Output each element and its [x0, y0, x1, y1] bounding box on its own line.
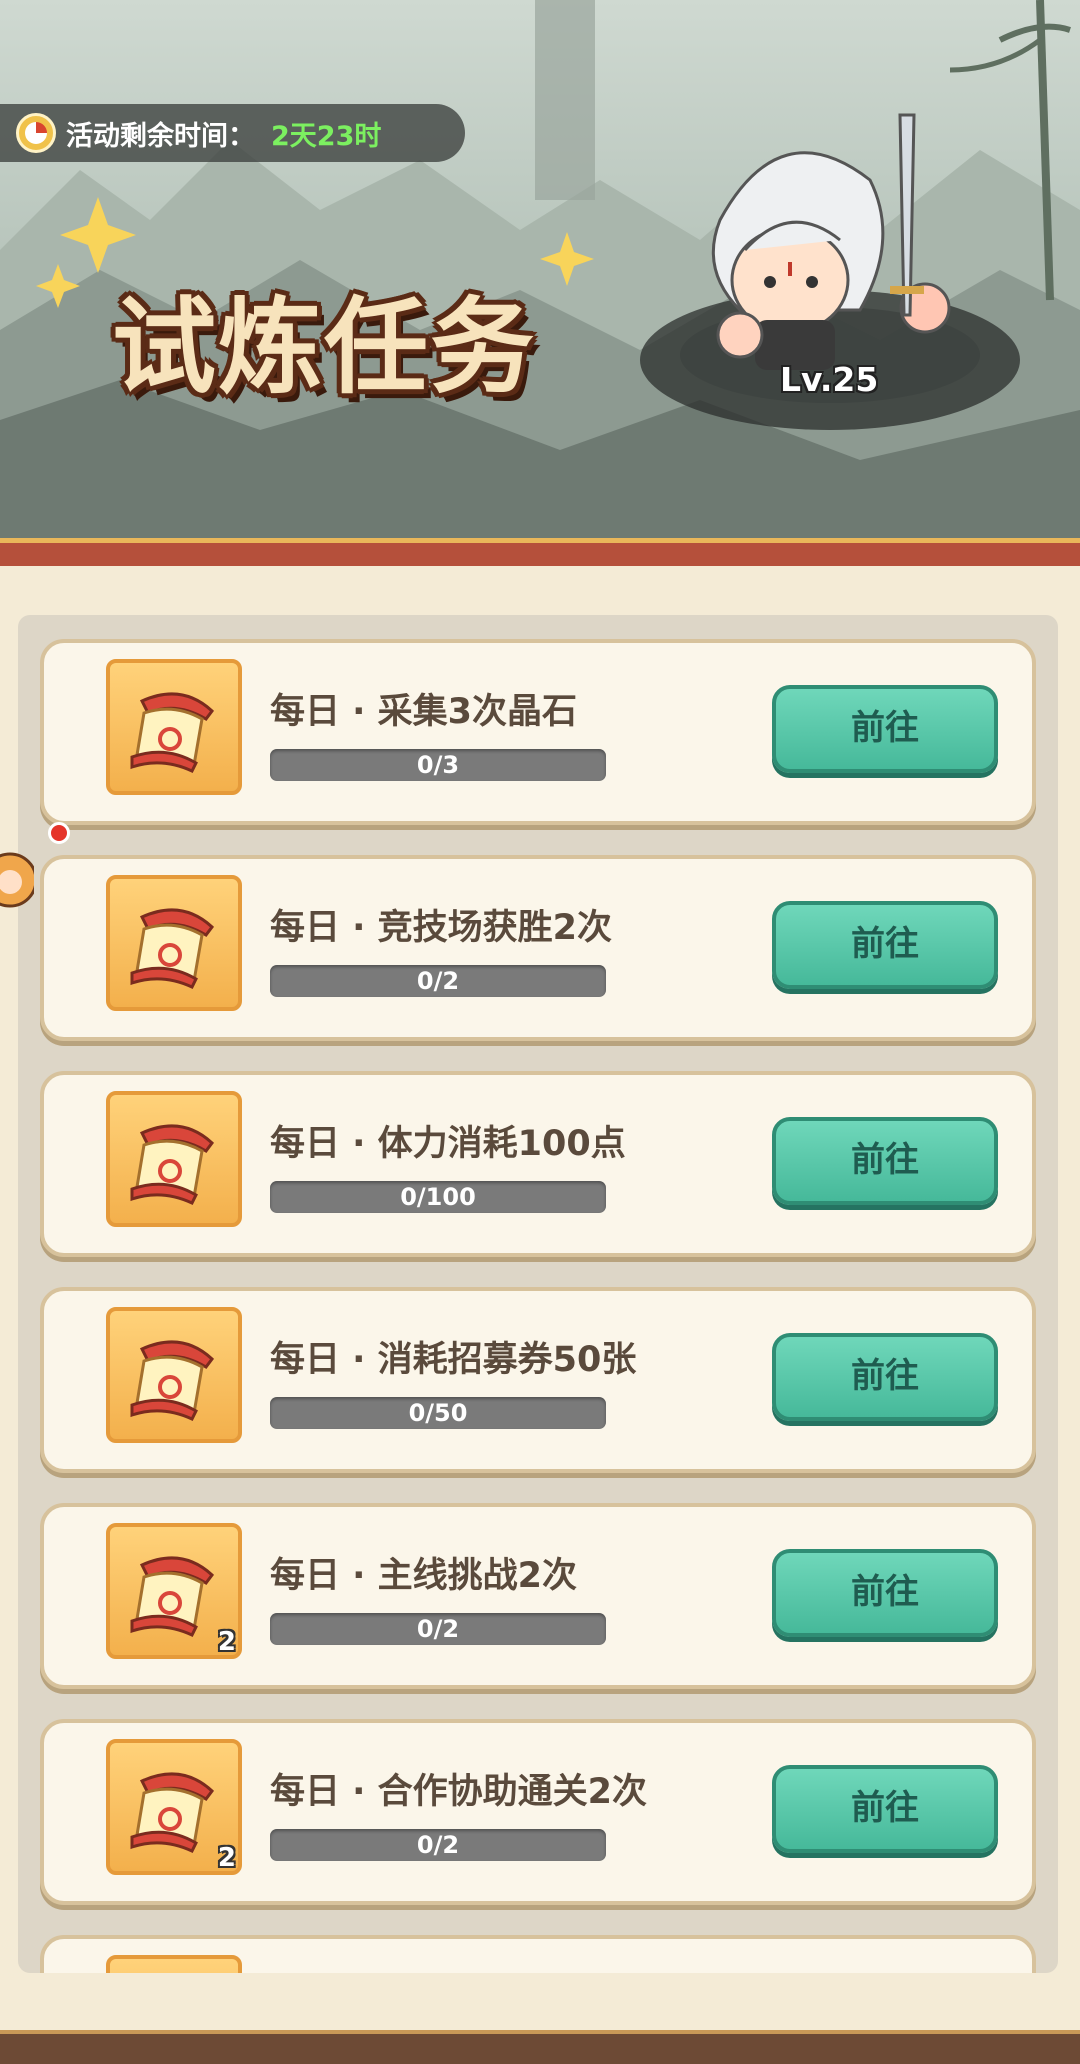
task-progress-bar: 0/100	[270, 1181, 606, 1213]
task-reward[interactable]: 2	[106, 1523, 242, 1659]
task-reward[interactable]	[106, 1307, 242, 1443]
task-title: 每日 · 采集3次晶石	[270, 692, 578, 732]
progress-text: 0/2	[416, 967, 460, 995]
side-helper-avatar-icon[interactable]	[0, 830, 34, 930]
task-reward[interactable]	[106, 1955, 242, 1973]
event-timer: 活动剩余时间： 2天23时	[0, 104, 465, 162]
task-progress-bar: 0/3	[270, 749, 606, 781]
task-card: 每日 · 消耗招募券50张 0/50 前往	[40, 1287, 1036, 1473]
task-title: 每日 · 体力消耗100点	[270, 1124, 626, 1164]
go-button[interactable]: 前往	[772, 1117, 998, 1205]
go-button[interactable]: 前往	[772, 1333, 998, 1421]
task-reward[interactable]: 2	[106, 1739, 242, 1875]
scroll-icon	[130, 1772, 215, 1853]
task-progress-bar: 0/2	[270, 1829, 606, 1861]
task-card-partial	[40, 1935, 1036, 1973]
panel-header-strip	[0, 538, 1080, 568]
task-title: 每日 · 主线挑战2次	[270, 1556, 578, 1596]
go-button[interactable]: 前往	[772, 1765, 998, 1853]
timer-value: 2天23时	[271, 120, 382, 152]
task-title: 每日 · 竞技场获胜2次	[270, 908, 613, 948]
task-progress-bar: 0/50	[270, 1397, 606, 1429]
go-button[interactable]: 前往	[772, 685, 998, 773]
task-card: 2 每日 · 合作协助通关2次 0/2 前往	[40, 1719, 1036, 1905]
task-progress-bar: 0/2	[270, 965, 606, 997]
task-reward[interactable]	[106, 659, 242, 795]
task-reward[interactable]	[106, 1091, 242, 1227]
progress-text: 0/100	[400, 1183, 476, 1211]
event-title: 试炼任务	[112, 285, 537, 408]
scroll-icon	[130, 1556, 215, 1637]
task-list[interactable]: 每日 · 采集3次晶石 0/3 前往 每日 · 竞技场获胜2次 0/2 前往 每…	[18, 615, 1058, 1973]
clock-icon	[16, 113, 56, 153]
progress-text: 0/3	[416, 751, 460, 779]
progress-text: 0/2	[416, 1831, 460, 1859]
task-progress-bar: 0/2	[270, 1613, 606, 1645]
hero-level: Lv.25	[780, 360, 879, 399]
reward-count: 2	[217, 1627, 236, 1657]
progress-text: 0/50	[408, 1399, 468, 1427]
go-button[interactable]: 前往	[772, 901, 998, 989]
task-title: 每日 · 消耗招募券50张	[270, 1340, 637, 1380]
reward-count: 2	[217, 1843, 236, 1873]
event-banner: 活动剩余时间： 2天23时 试炼任务 Lv.25	[0, 0, 1080, 545]
scroll-icon	[130, 1124, 215, 1205]
go-button[interactable]: 前往	[772, 1549, 998, 1637]
scroll-icon	[130, 692, 215, 773]
scroll-icon	[130, 908, 215, 989]
task-card: 2 每日 · 主线挑战2次 0/2 前往	[40, 1503, 1036, 1689]
task-reward[interactable]	[106, 875, 242, 1011]
bottom-bar	[0, 2030, 1080, 2064]
timer-label: 活动剩余时间：	[66, 120, 255, 152]
task-card: 每日 · 采集3次晶石 0/3 前往	[40, 639, 1036, 825]
task-card: 每日 · 竞技场获胜2次 0/2 前往	[40, 855, 1036, 1041]
task-card: 每日 · 体力消耗100点 0/100 前往	[40, 1071, 1036, 1257]
task-title: 每日 · 合作协助通关2次	[270, 1772, 648, 1812]
progress-text: 0/2	[416, 1615, 460, 1643]
notification-dot	[48, 822, 70, 844]
scroll-icon	[130, 1340, 215, 1421]
